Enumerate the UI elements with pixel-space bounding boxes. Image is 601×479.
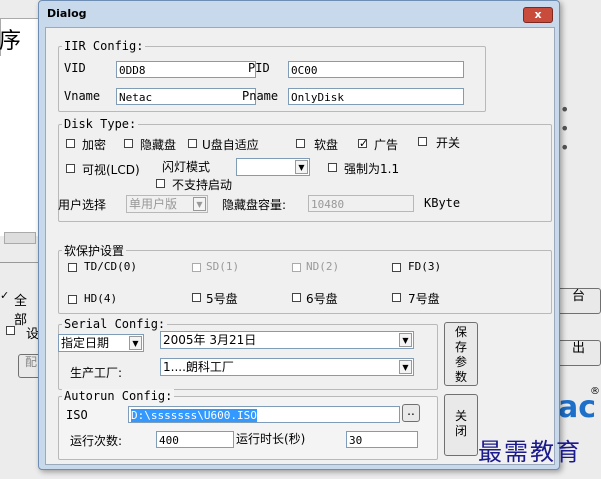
iso-path-input[interactable]: D:\sssssss\U600.ISO	[128, 406, 400, 423]
factory-label: 生产工厂:	[70, 366, 123, 380]
dialog-titlebar[interactable]: Dialog x	[39, 1, 559, 27]
flash-mode-label: 闪灯模式	[162, 160, 211, 174]
bg-header-cell: 序号	[0, 18, 40, 86]
bg-scrollbar[interactable]	[4, 232, 36, 244]
title-close-button[interactable]: x	[523, 7, 553, 23]
bg-right-button-2[interactable]: 出	[556, 340, 601, 366]
chevron-down-icon: ▼	[399, 333, 412, 347]
run-count-input[interactable]: 400	[156, 431, 234, 448]
flash-mode-select[interactable]: ▼	[236, 158, 310, 176]
bg-dots: • • •	[560, 100, 576, 157]
chevron-down-icon: ▼	[193, 197, 206, 211]
vname-input[interactable]: Netac	[116, 88, 256, 105]
iso-label: ISO	[66, 408, 88, 422]
run-count-label: 运行次数:	[70, 434, 123, 448]
serial-config-legend: Serial Config:	[62, 317, 168, 331]
pname-label: Pname	[242, 89, 279, 103]
autorun-config-legend: Autorun Config:	[62, 389, 175, 403]
close-icon: x	[534, 8, 542, 21]
pname-input[interactable]: OnlyDisk	[288, 88, 464, 105]
dialog-title: Dialog	[47, 7, 87, 20]
date-picker[interactable]: 2005年 3月21日 ▼	[160, 331, 414, 349]
hidden-capacity-input[interactable]: 10480	[308, 195, 414, 212]
date-mode-select[interactable]: 指定日期 ▼	[58, 334, 144, 352]
dialog-client: IIR Config: VID 0DD8 PID 0C00 Vname Neta…	[45, 27, 555, 465]
user-select-label: 用户选择	[58, 198, 107, 212]
kbyte-label: KByte	[424, 196, 461, 210]
check-icon: ✓	[359, 137, 369, 150]
iir-config-legend: IIR Config:	[62, 39, 146, 53]
vid-label: VID	[64, 61, 86, 75]
pid-input[interactable]: 0C00	[288, 61, 464, 78]
bg-logo-mark: ®	[590, 386, 600, 397]
run-duration-input[interactable]: 30	[346, 431, 418, 448]
disk-type-legend: Disk Type:	[62, 117, 139, 131]
chevron-down-icon: ▼	[129, 336, 142, 350]
dialog-window: Dialog x IIR Config: VID 0DD8 PID 0C00 V…	[38, 0, 560, 470]
vid-input[interactable]: 0DD8	[116, 61, 256, 78]
user-select-combo[interactable]: 单用户版 ▼	[126, 195, 208, 213]
pid-label: PID	[248, 61, 270, 75]
chevron-down-icon: ▼	[295, 160, 308, 174]
save-params-button[interactable]: 保 存 参 数	[444, 322, 478, 386]
soft-protect-legend: 软保护设置	[62, 242, 127, 259]
bg-list-area	[0, 56, 39, 236]
close-button[interactable]: 关 闭	[444, 394, 478, 456]
run-duration-label: 运行时长(秒)	[236, 432, 306, 446]
bg-right-button-1[interactable]: 台	[556, 288, 601, 314]
vname-label: Vname	[64, 89, 101, 103]
browse-button[interactable]: ..	[402, 404, 420, 422]
bg-divider	[0, 262, 38, 263]
chevron-down-icon: ▼	[399, 360, 412, 374]
watermark-text: 最需教育	[478, 438, 582, 466]
hidden-capacity-label: 隐藏盘容量:	[222, 198, 287, 212]
factory-select[interactable]: 1....朗科工厂 ▼	[160, 358, 414, 376]
